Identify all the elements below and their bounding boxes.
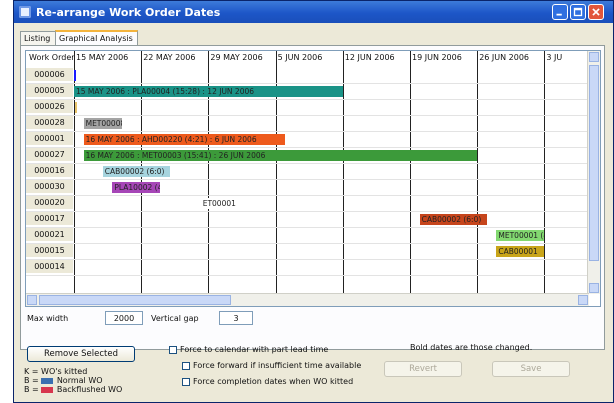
work-order-label[interactable]: 000026 — [26, 100, 73, 114]
gantt-chart[interactable]: Work Order 15 MAY 2006 22 MAY 2006 29 MAY … — [25, 50, 601, 307]
work-order-bar[interactable]: 15 MAY 2006 : PLA00004 (15:28) : 12 JUN … — [74, 86, 343, 97]
date-column-header: 5 JUN 2006 — [277, 53, 323, 62]
remove-selected-button[interactable]: Remove Selected — [27, 346, 135, 362]
scroll-up-arrow-icon[interactable] — [589, 52, 599, 62]
vertical-gap-input[interactable]: 3 — [219, 311, 253, 325]
save-button[interactable]: Save — [492, 361, 570, 377]
date-column-header: 26 JUN 2006 — [479, 53, 530, 62]
vertical-gap-label: Vertical gap — [151, 314, 199, 323]
date-column-header: 22 MAY 2006 — [143, 53, 196, 62]
row-separator — [26, 195, 600, 196]
row-separator — [26, 243, 600, 244]
title-bar[interactable]: Re-arrange Work Order Dates — [14, 1, 613, 23]
work-order-label[interactable]: 000017 — [26, 212, 73, 226]
work-order-bar[interactable] — [74, 102, 78, 113]
maximize-icon — [573, 7, 583, 17]
force-forward-label: Force forward if insufficient time avail… — [193, 361, 362, 370]
minimize-button[interactable] — [552, 4, 568, 20]
max-width-label: Max width — [27, 314, 69, 323]
tab-listing[interactable]: Listing — [20, 31, 56, 45]
window-title: Re-arrange Work Order Dates — [36, 6, 221, 19]
normal-wo-swatch-icon — [41, 377, 54, 384]
work-order-bar[interactable]: CAB00001 — [496, 246, 545, 257]
row-separator — [26, 227, 600, 228]
work-order-label[interactable]: 000006 — [26, 68, 73, 82]
revert-button[interactable]: Revert — [384, 361, 462, 377]
work-order-bar[interactable]: PLA10002 (4: — [112, 182, 161, 193]
work-order-label[interactable]: 000016 — [26, 164, 73, 178]
legend-normal-text: Normal WO — [54, 376, 103, 385]
date-column-header: 3 JU — [546, 53, 563, 62]
row-separator — [26, 179, 600, 180]
work-order-bar[interactable]: ET00001 — [200, 198, 238, 209]
work-order-label[interactable]: 000014 — [26, 260, 73, 274]
maximize-button[interactable] — [570, 4, 586, 20]
row-separator — [26, 115, 600, 116]
work-order-label[interactable]: 000028 — [26, 116, 73, 130]
work-order-label[interactable]: 000015 — [26, 244, 73, 258]
legend-backflushed: B = Backflushed WO — [24, 385, 122, 394]
work-order-bar[interactable]: MET00001 (4 — [496, 230, 545, 241]
row-separator — [26, 131, 600, 132]
scroll-down-arrow-icon[interactable] — [589, 283, 599, 293]
legend-normal: B = Normal WO — [24, 376, 122, 385]
legend-kitted-text: K = WO's kitted — [24, 367, 88, 376]
row-separator — [26, 211, 600, 212]
rearrange-dialog: Re-arrange Work Order Dates Listing Grap… — [13, 0, 614, 403]
minimize-icon — [556, 13, 562, 16]
work-order-bar[interactable]: 16 MAY 2006 : MET00003 (15:41) : 26 JUN … — [83, 150, 478, 161]
max-width-input[interactable]: 2000 — [105, 311, 143, 325]
work-order-bar[interactable]: MET00008 (4:0 — [83, 118, 122, 129]
row-separator — [26, 275, 600, 276]
horizontal-scroll-thumb[interactable] — [39, 295, 231, 305]
legend-backflushed-text: Backflushed WO — [54, 385, 123, 394]
legend-backflushed-prefix: B = — [24, 385, 42, 394]
work-order-label[interactable]: 000030 — [26, 180, 73, 194]
force-calendar-checkbox[interactable] — [169, 346, 177, 354]
legend-kitted: K = WO's kitted — [24, 367, 122, 376]
row-separator — [26, 99, 600, 100]
bold-dates-note: Bold dates are those changed. — [410, 343, 533, 352]
backflushed-wo-swatch-icon — [41, 386, 54, 393]
force-forward-checkbox[interactable] — [182, 362, 190, 370]
close-button[interactable] — [588, 4, 604, 20]
work-order-column-header: Work Order — [29, 53, 75, 62]
row-separator — [26, 259, 600, 260]
close-icon — [592, 8, 600, 16]
work-order-label[interactable]: 000020 — [26, 196, 73, 210]
vertical-scroll-thumb[interactable] — [589, 65, 599, 261]
work-order-label[interactable]: 000021 — [26, 228, 73, 242]
force-completion-label: Force completion dates when WO kitted — [193, 377, 354, 386]
graphical-analysis-panel: Work Order 15 MAY 2006 22 MAY 2006 29 MAY … — [20, 45, 605, 350]
date-column-header: 15 MAY 2006 — [76, 53, 129, 62]
force-calendar-label: Force to calendar with part lead time — [180, 345, 329, 354]
date-column-header: 12 JUN 2006 — [344, 53, 395, 62]
scroll-right-arrow-icon[interactable] — [578, 295, 588, 305]
calendar-app-icon — [19, 6, 31, 18]
legend-normal-prefix: B = — [24, 376, 42, 385]
work-order-bar[interactable]: CAB00002 (6:0) — [102, 166, 170, 177]
horizontal-scrollbar[interactable] — [26, 293, 589, 306]
work-order-bar[interactable]: CAB00002 (6:0) — [419, 214, 487, 225]
work-order-label[interactable]: 000005 — [26, 84, 73, 98]
vertical-scrollbar[interactable] — [587, 51, 600, 294]
work-order-bar[interactable] — [74, 70, 76, 81]
row-separator — [26, 147, 600, 148]
legend: K = WO's kitted B = Normal WO B = Backfl… — [24, 367, 122, 394]
work-order-bar[interactable]: 16 MAY 2006 : AHD00220 (4:21) : 6 JUN 20… — [83, 134, 286, 145]
work-order-label[interactable]: 000001 — [26, 132, 73, 146]
force-completion-checkbox[interactable] — [182, 378, 190, 386]
row-separator — [26, 163, 600, 164]
scroll-left-arrow-icon[interactable] — [27, 295, 37, 305]
work-order-label[interactable]: 000027 — [26, 148, 73, 162]
date-column-header: 29 MAY 2006 — [210, 53, 263, 62]
date-column-header: 19 JUN 2006 — [412, 53, 462, 62]
tab-graphical-analysis[interactable]: Graphical Analysis — [55, 30, 138, 46]
row-separator — [26, 83, 600, 84]
